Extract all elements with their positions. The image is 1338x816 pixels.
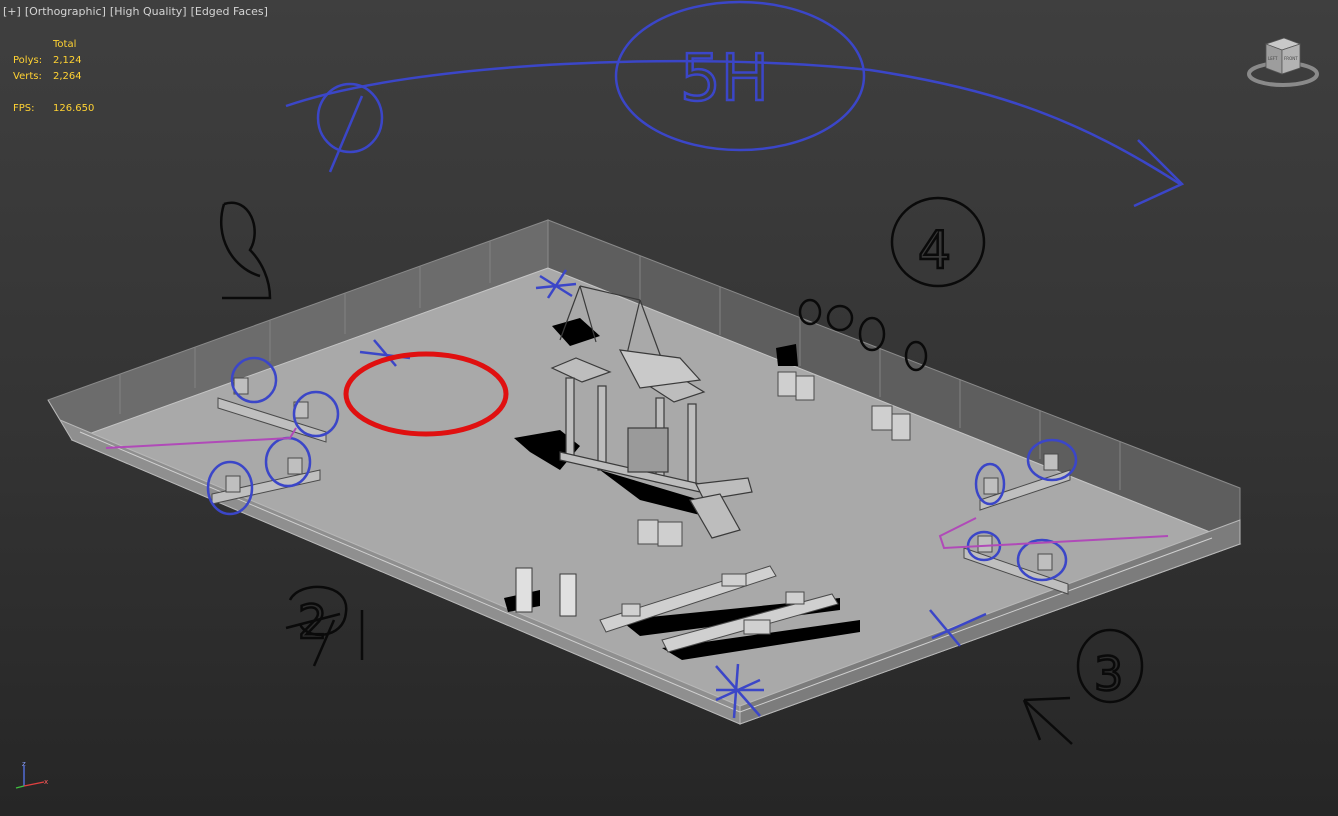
viewcube[interactable]: LEFT FRONT	[1246, 34, 1320, 90]
polys-value: 2,124	[53, 55, 82, 66]
blue-one-stroke	[328, 95, 364, 173]
viewport-plus-menu[interactable]: [+]	[3, 5, 21, 18]
axis-gizmo: z x	[15, 760, 48, 789]
zone-number-2: 2	[298, 595, 327, 649]
axis-x-label: x	[44, 778, 48, 786]
fps-value: 126.650	[53, 103, 95, 114]
blue-circle-one	[316, 82, 384, 154]
viewport-label-menu[interactable]: [+] [Orthographic] [High Quality] [Edged Fa…	[3, 5, 272, 18]
verts-value: 2,264	[53, 71, 82, 82]
axis-x-line	[23, 781, 45, 787]
viewport-shading-menu[interactable]: [Edged Faces]	[191, 5, 268, 18]
polys-label: Polys:	[13, 55, 43, 66]
viewcube-front-label: FRONT	[1284, 56, 1298, 61]
viewport-scene[interactable]: 5H 1 4 3 2	[0, 0, 1338, 816]
zone-number-3: 3	[1094, 647, 1123, 701]
verts-label: Verts:	[13, 71, 42, 82]
stats-header: Total	[53, 39, 77, 50]
blue-note-text: 5H	[680, 42, 769, 116]
zone-number-4: 4	[918, 221, 951, 281]
axis-z-label: z	[22, 760, 26, 768]
viewport-view-menu[interactable]: [Orthographic]	[25, 5, 106, 18]
fps-label: FPS:	[13, 103, 35, 114]
viewport-quality-menu[interactable]: [High Quality]	[110, 5, 187, 18]
blue-arrow-head	[1133, 139, 1185, 208]
axis-y-line	[15, 785, 25, 789]
zone-number-1: 1	[226, 259, 227, 261]
viewport-statistics: Total Polys: 2,124 Verts: 2,264 FPS: 126.65…	[13, 37, 94, 117]
viewcube-left-label: LEFT	[1268, 56, 1278, 61]
